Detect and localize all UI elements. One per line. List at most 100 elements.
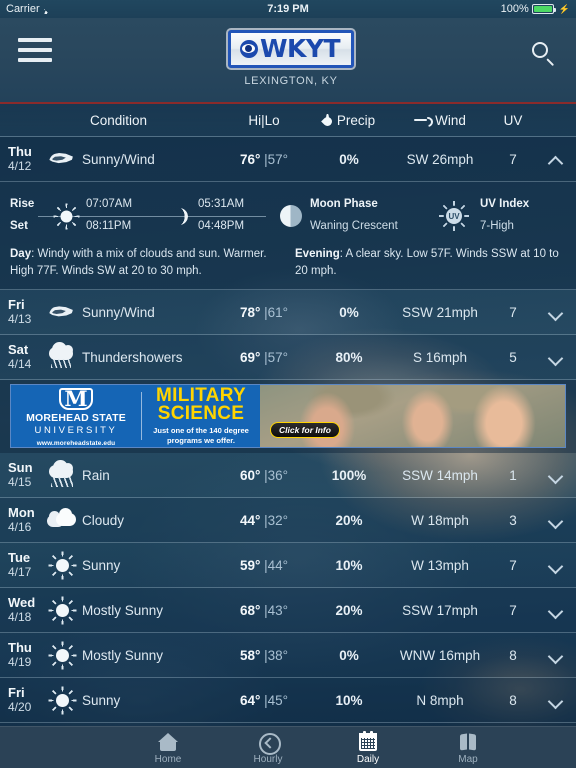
row-low-temp: |36°: [264, 467, 289, 483]
ad-school-block: MOREHEAD STATE UNIVERSITY www.moreheadst…: [11, 385, 141, 448]
evening-narrative-label: Evening: [295, 248, 340, 260]
table-row[interactable]: Sun 4/15 Rain 60° |36° 100% SSW 14mph 1: [0, 453, 576, 499]
crescent-moon-icon: [160, 207, 198, 225]
row-expand-toggle[interactable]: [534, 694, 576, 707]
hamburger-menu-icon[interactable]: [18, 38, 52, 62]
row-low-temp: |43°: [264, 602, 289, 618]
row-date: Sun 4/15: [0, 461, 42, 489]
table-row[interactable]: Sat 4/14 Thundershowers 69° |57° 80% S 1…: [0, 335, 576, 381]
uv-index-block: UV Index 7-High: [480, 194, 566, 238]
tab-daily-label: Daily: [356, 753, 380, 765]
row-date-value: 4/17: [8, 564, 32, 579]
row-date: Sat 4/14: [0, 343, 42, 371]
row-date: Thu 4/12: [0, 144, 42, 173]
chevron-down-icon: [549, 694, 562, 707]
row-temps: 59° |44°: [218, 558, 310, 573]
ad-school-line2: UNIVERSITY: [34, 425, 118, 437]
row-condition-icon: [42, 686, 82, 716]
row-high-temp: 60°: [239, 467, 261, 483]
advertisement-banner[interactable]: MOREHEAD STATE UNIVERSITY www.moreheadst…: [0, 380, 576, 454]
ad-cta-button[interactable]: Click for Info: [270, 422, 340, 439]
chevron-down-icon: [549, 559, 562, 572]
ad-school-url: www.moreheadstate.edu: [36, 439, 116, 447]
row-high-temp: 59°: [239, 557, 261, 573]
row-temps: 78° |61°: [218, 305, 310, 320]
row-low-temp: |57°: [264, 349, 289, 365]
row-expand-toggle[interactable]: [534, 153, 576, 166]
ad-photo: Click for Info: [260, 385, 565, 448]
tab-hourly-label: Hourly: [253, 753, 283, 765]
table-row[interactable]: Thu 4/19 Mostly Sunny 58° |38° 0% WNW 16…: [0, 633, 576, 679]
row-expand-toggle[interactable]: [534, 649, 576, 662]
weather-app-screen: Carrier 7:19 PM 100% ⚡ WKYT LEXINGTON, K…: [0, 0, 576, 768]
row-condition-label: Sunny/Wind: [82, 304, 155, 320]
row-condition-icon: [42, 551, 82, 581]
header-wind-label: Wind: [435, 112, 466, 128]
chevron-down-icon: [549, 351, 562, 364]
tab-map[interactable]: Map: [439, 731, 497, 765]
wkyt-logo[interactable]: WKYT: [225, 28, 357, 70]
tab-hourly[interactable]: Hourly: [239, 731, 297, 765]
row-wind: SSW 17mph: [402, 602, 478, 618]
row-uv: 3: [509, 512, 517, 528]
sunrise-time: 07:07AM: [86, 198, 133, 211]
table-row[interactable]: Tue 4/17 Sunny 59° |44° 10% W 13mph 7: [0, 543, 576, 589]
chevron-down-icon: [549, 306, 562, 319]
table-row[interactable]: Thu 4/12 Sunny/Wind 76° |57° 0% SW 26mph…: [0, 137, 576, 182]
row-wind: SW 26mph: [406, 151, 474, 167]
row-condition-icon: [42, 460, 82, 488]
tab-daily[interactable]: Daily: [339, 730, 397, 765]
chevron-down-icon: [549, 604, 562, 617]
row-day-name: Wed: [8, 595, 36, 611]
set-label: Set: [10, 220, 28, 232]
row-condition-label: Cloudy: [82, 512, 125, 528]
row-low-temp: |45°: [264, 692, 289, 708]
row-condition-icon: [42, 596, 82, 626]
row-day-name: Fri: [8, 297, 25, 313]
row-expand-toggle[interactable]: [534, 469, 576, 482]
moon-phase-icon: [272, 205, 310, 227]
moon-phase-block: Moon Phase Waning Crescent: [310, 194, 428, 238]
row-expand-toggle[interactable]: [534, 306, 576, 319]
sun-icon: [47, 641, 77, 671]
status-bar-right: 100% ⚡: [501, 3, 570, 15]
row-date: Tue 4/17: [0, 551, 42, 579]
row-high-temp: 69°: [239, 349, 261, 365]
ad-content[interactable]: MOREHEAD STATE UNIVERSITY www.moreheadst…: [10, 384, 566, 449]
tab-map-label: Map: [458, 753, 478, 765]
ad-headline-line2: SCIENCE: [157, 402, 245, 424]
row-expand-toggle[interactable]: [534, 351, 576, 364]
row-date: Mon 4/16: [0, 506, 42, 534]
sun-icon: [47, 686, 77, 716]
cloudy-icon: [47, 507, 77, 533]
location-label: LEXINGTON, KY: [244, 75, 338, 87]
table-row[interactable]: Wed 4/18 Mostly Sunny 68° |43° 20% SSW 1…: [0, 588, 576, 634]
table-row[interactable]: Fri 4/20 Sunny 64° |45° 10% N 8mph 8: [0, 678, 576, 724]
row-expand-toggle[interactable]: [534, 559, 576, 572]
row-temps: 60° |36°: [218, 468, 310, 483]
row-low-temp: |38°: [264, 647, 289, 663]
ad-headline-block: MILITARY SCIENCE Just one of the 140 deg…: [142, 385, 260, 448]
row-day-name: Tue: [8, 550, 31, 566]
tab-home[interactable]: Home: [139, 731, 197, 765]
row-precip: 10%: [335, 692, 363, 708]
day-narrative-text: : Windy with a mix of clouds and sun. Wa…: [10, 248, 267, 277]
row-low-temp: |44°: [264, 557, 289, 573]
row-condition-label: Sunny: [82, 692, 121, 708]
status-bar-left: Carrier: [6, 3, 55, 15]
row-day-name: Sat: [8, 342, 29, 358]
row-condition-label: Thundershowers: [82, 349, 183, 365]
row-high-temp: 58°: [239, 647, 261, 663]
table-row[interactable]: Mon 4/16 Cloudy 44° |32° 20% W 18mph 3: [0, 498, 576, 544]
row-date-value: 4/20: [8, 699, 32, 714]
search-icon[interactable]: [530, 40, 558, 68]
forecast-column-headers: Condition Hi|Lo Precip Wind UV: [0, 104, 576, 137]
row-expand-toggle[interactable]: [534, 604, 576, 617]
row-condition-label: Mostly Sunny: [82, 647, 164, 663]
row-expand-toggle[interactable]: [534, 514, 576, 527]
table-row[interactable]: Fri 4/13 Sunny/Wind 78° |61° 0% SSW 21mp…: [0, 290, 576, 336]
row-uv: 7: [509, 151, 517, 167]
row-date-value: 4/15: [8, 474, 32, 489]
astronomy-strip: Rise Set 07:07AM 08:11PM 05:31AM 04:48PM: [10, 190, 566, 242]
row-precip: 100%: [331, 467, 367, 483]
